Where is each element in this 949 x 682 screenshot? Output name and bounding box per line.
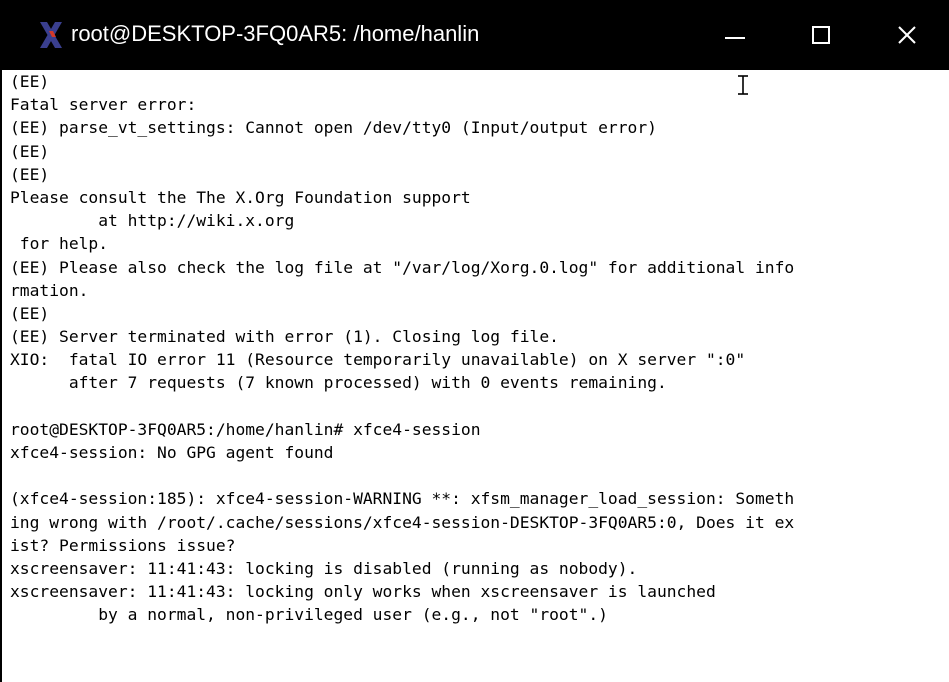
close-button[interactable] <box>876 0 938 70</box>
terminal-line: root@DESKTOP-3FQ0AR5:/home/hanlin# xfce4… <box>10 419 481 439</box>
terminal-line: by a normal, non-privileged user (e.g., … <box>10 605 608 625</box>
minimize-button[interactable] <box>704 0 766 70</box>
close-icon <box>898 26 916 44</box>
terminal-line: (EE) <box>10 303 50 323</box>
title-bar[interactable]: root@DESKTOP-3FQ0AR5: /home/hanlin <box>0 0 949 70</box>
terminal-line: for help. <box>10 234 109 254</box>
terminal-line: at http://wiki.x.org <box>10 211 295 231</box>
maximize-icon <box>812 26 830 44</box>
window-title: root@DESKTOP-3FQ0AR5: /home/hanlin <box>71 21 480 46</box>
terminal-line: (EE) <box>10 164 50 184</box>
text-cursor-icon <box>738 75 748 95</box>
terminal-lines: (EE) Fatal server error: (EE) parse_vt_s… <box>10 70 949 627</box>
terminal-line: XIO: fatal IO error 11 (Resource tempora… <box>10 350 746 370</box>
x-icon <box>40 22 62 48</box>
terminal-line: after 7 requests (7 known processed) wit… <box>10 373 667 393</box>
terminal-line: (EE) <box>10 72 50 91</box>
terminal-line: xfce4-session: No GPG agent found <box>10 443 334 462</box>
terminal-line: Please consult the The X.Org Foundation … <box>10 187 471 207</box>
terminal-line: ist? Permissions issue? <box>10 535 236 555</box>
terminal-line: Fatal server error: <box>10 95 197 115</box>
terminal-line: xscreensaver: 11:41:43: locking only wor… <box>10 582 716 602</box>
terminal-line: (EE) parse_vt_settings: Cannot open /dev… <box>10 118 657 138</box>
terminal-line: (xfce4-session:185): xfce4-session-WARNI… <box>10 489 795 509</box>
terminal-window: root@DESKTOP-3FQ0AR5: /home/hanlin (EE) … <box>0 0 949 682</box>
terminal-line: ing wrong with /root/.cache/sessions/xfc… <box>10 512 795 532</box>
terminal-line: (EE) Please also check the log file at "… <box>10 257 795 277</box>
terminal-output-area[interactable]: (EE) Fatal server error: (EE) parse_vt_s… <box>0 70 949 682</box>
terminal-line: rmation. <box>10 280 89 300</box>
terminal-line: xscreensaver: 11:41:43: locking is disab… <box>10 558 638 578</box>
terminal-line: (EE) <box>10 141 50 161</box>
terminal-line: (EE) Server terminated with error (1). C… <box>10 327 559 347</box>
minimize-icon <box>725 37 745 39</box>
maximize-button[interactable] <box>790 0 852 70</box>
